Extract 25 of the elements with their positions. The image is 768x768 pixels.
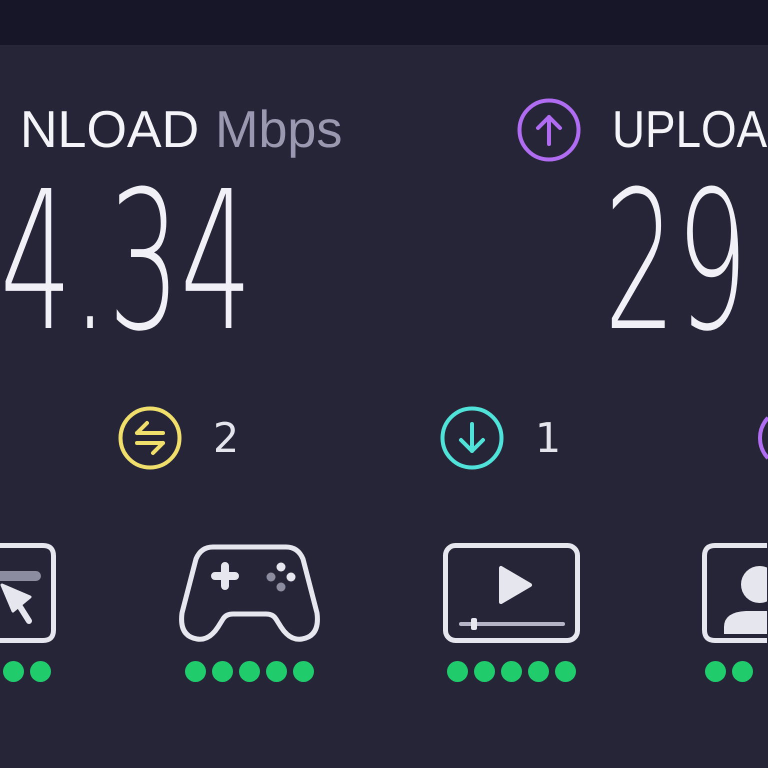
rating-dot (555, 661, 576, 682)
metric-value: 1 (535, 418, 562, 458)
speed-value: 4.34 (0, 167, 252, 359)
result-label: UPLOA (612, 104, 768, 156)
metric-value: 2 (213, 418, 240, 458)
rating-dot (212, 661, 233, 682)
cursor-screen-icon (0, 543, 56, 643)
rating-dot (293, 661, 314, 682)
gamepad-icon (178, 543, 321, 643)
rating-dot (501, 661, 522, 682)
rating-dot (474, 661, 495, 682)
rating-dot (3, 661, 24, 682)
rating-dot (266, 661, 287, 682)
speed-value: 29 (604, 167, 748, 359)
video-player-icon (443, 543, 580, 643)
rating-dot (30, 661, 51, 682)
result-label: NLOAD (20, 104, 200, 156)
person-screen-icon (702, 543, 767, 643)
rating-dot (705, 661, 726, 682)
unit-label: Mbps (215, 104, 342, 156)
rating-dot (239, 661, 260, 682)
rating-dot (732, 661, 753, 682)
rating-dot (185, 661, 206, 682)
rating-dot (528, 661, 549, 682)
rating-dot (447, 661, 468, 682)
